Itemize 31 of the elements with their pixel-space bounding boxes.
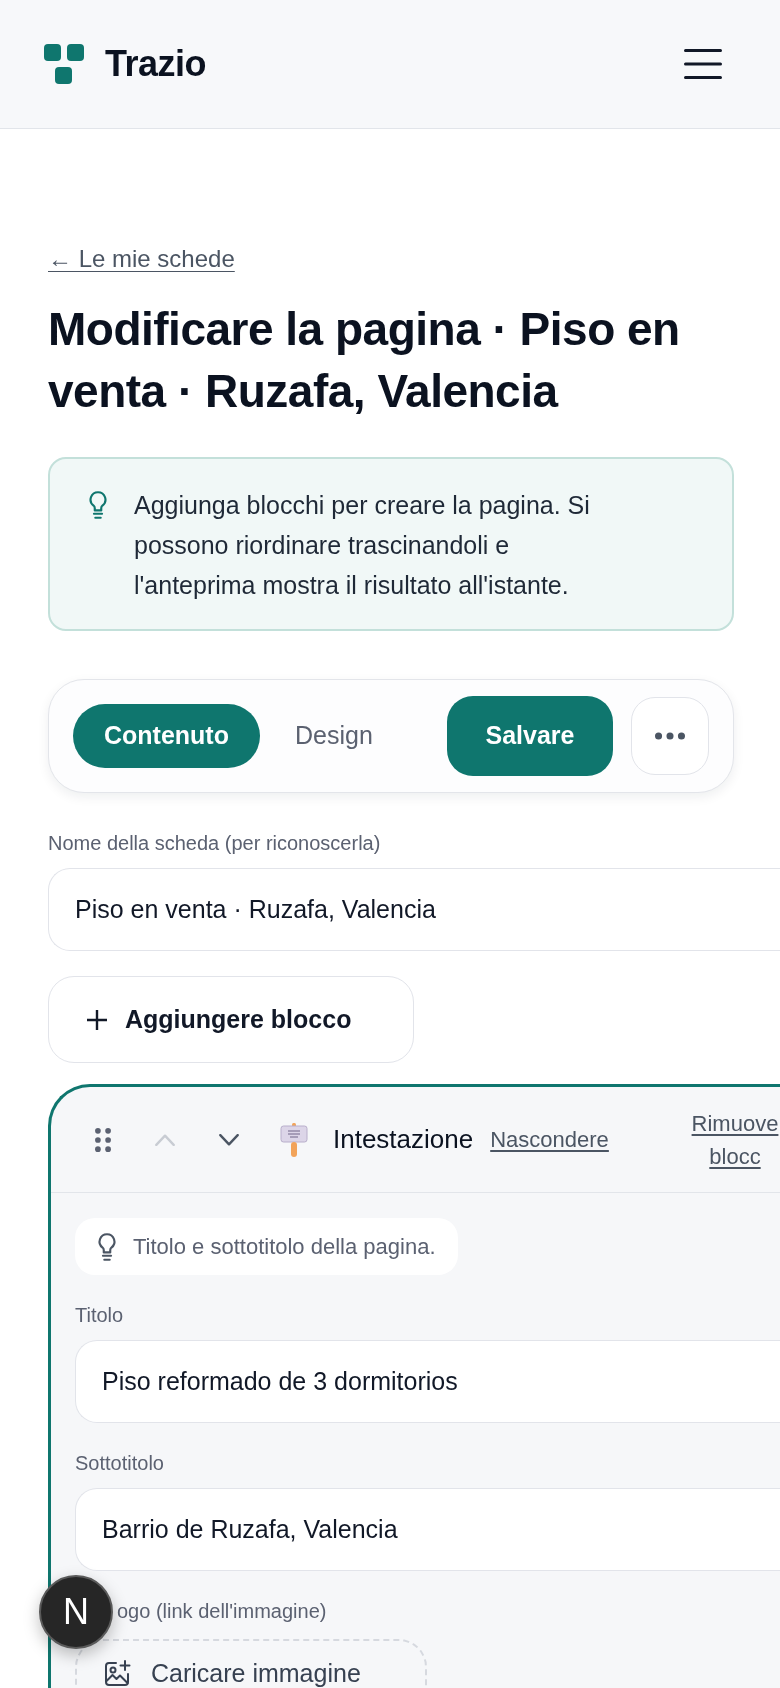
field-label: Titolo (75, 1303, 124, 1328)
more-icon (655, 732, 685, 740)
brand-logo[interactable]: Trazio (44, 43, 207, 85)
drag-handle-icon[interactable] (95, 1127, 111, 1152)
save-button[interactable]: Salvare (447, 696, 613, 776)
image-add-icon (103, 1659, 131, 1688)
block-title: Intestazione (333, 1123, 474, 1156)
lightbulb-icon (88, 491, 108, 519)
page-title: Modificare la pagina · Piso en venta · Ruzafa, Valencia (48, 302, 681, 419)
chevron-down-icon (219, 1133, 239, 1146)
logo-icon (44, 44, 84, 84)
hide-link[interactable]: Nascondere (490, 1123, 609, 1156)
text-field[interactable]: Piso reformado de 3 dormitorios (75, 1340, 780, 1423)
tab[interactable]: Design (263, 704, 404, 768)
plus-icon (86, 1008, 108, 1031)
signpost-icon (280, 1122, 308, 1157)
menu-button[interactable] (684, 48, 722, 80)
tip-text: Titolo e sottotitolo della pagina. (133, 1233, 436, 1261)
name-field[interactable]: Piso en venta · Ruzafa, Valencia (48, 868, 780, 951)
add-block-button[interactable]: Aggiungere blocco (48, 976, 414, 1063)
chevron-up-icon (155, 1133, 175, 1146)
field-label: ogo (link dell'immagine) (117, 1599, 327, 1624)
callout-text: Aggiunga blocchi per creare la pagina. Si possono riordinare trascinandoli e l'anteprima mostra il risultato all'istante. (134, 490, 591, 601)
remove-link[interactable]: Rimuove blocc (690, 1106, 780, 1173)
back-link[interactable]: ← Le mie schede (48, 244, 235, 273)
field-label: Nome della scheda (per riconoscerla) (48, 831, 381, 856)
text-field[interactable]: Barrio de Ruzafa, Valencia (75, 1488, 780, 1571)
tab[interactable]: Contenuto (73, 704, 260, 768)
menu-icon (684, 48, 722, 80)
lightbulb-icon (97, 1232, 117, 1261)
field-label: Sottotitolo (75, 1451, 164, 1476)
